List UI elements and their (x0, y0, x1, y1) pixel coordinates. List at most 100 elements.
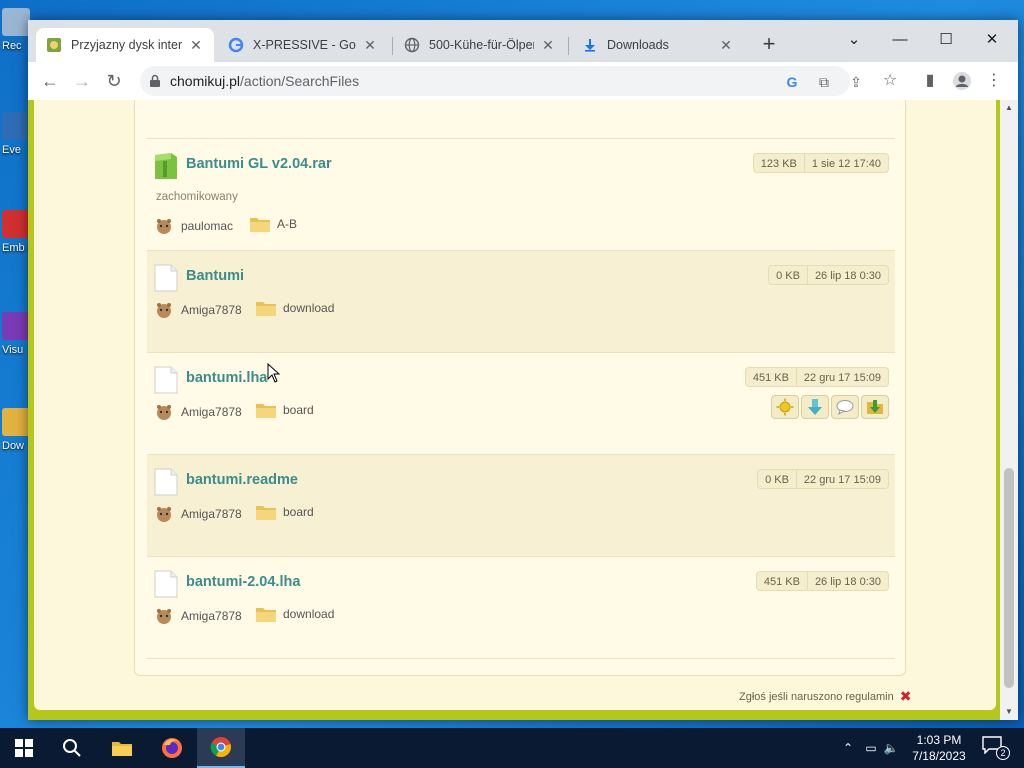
search-icon (63, 739, 81, 757)
back-button[interactable]: ← (36, 67, 64, 95)
globe-icon (404, 37, 420, 53)
file-date: 26 lip 18 0:30 (807, 265, 889, 285)
list-item: bantumi-2.04.lha 451 KB 26 lip 18 0:30 A… (147, 557, 895, 659)
file-name-link[interactable]: bantumi.readme (186, 472, 298, 488)
start-button[interactable] (0, 728, 48, 768)
folder-link[interactable]: board (255, 503, 314, 521)
tab-chomikuj[interactable]: Przyjazny dysk intern ✕ (36, 28, 214, 62)
system-tray: ⌃ ▭ 🔈 (840, 728, 900, 768)
minimize-button[interactable]: — (886, 26, 914, 54)
new-tab-button[interactable]: + (758, 33, 780, 56)
side-panel-icon[interactable]: ▮ (916, 67, 944, 95)
page-scrollbar[interactable]: ▲ ▼ (1000, 100, 1018, 720)
reload-button[interactable]: ↻ (100, 67, 128, 95)
folder-name: A-B (277, 217, 298, 231)
url-text: chomikuj.pl/action/SearchFiles (170, 73, 360, 89)
shortcut-icon (2, 210, 30, 238)
file-name-link[interactable]: bantumi-2.04.lha (186, 574, 300, 590)
bookmark-star-icon[interactable]: ☆ (876, 67, 904, 95)
owner-link[interactable]: Amiga7878 (155, 301, 242, 319)
taskbar-clock[interactable]: 1:03 PM 7/18/2023 (906, 732, 972, 764)
tab-downloads[interactable]: Downloads ✕ (572, 28, 744, 62)
file-size: 0 KB (768, 265, 808, 285)
close-tab-icon[interactable]: ✕ (718, 37, 734, 54)
tab-x-pressive[interactable]: X-PRESSIVE - Google ✕ (218, 28, 388, 62)
blank-file-icon (154, 264, 178, 292)
close-tab-icon[interactable]: ✕ (188, 37, 204, 54)
chevron-up-icon[interactable]: ⌃ (840, 741, 856, 755)
sun-icon[interactable] (771, 395, 799, 419)
network-icon[interactable]: ▭ (860, 741, 882, 755)
scroll-down-arrow-icon[interactable]: ▼ (1000, 704, 1018, 720)
folder-icon (250, 218, 270, 232)
tab-500-kuhe[interactable]: 500-Kühe-für-Ölper ✕ (394, 28, 566, 62)
red-x-icon: ✖ (899, 688, 912, 704)
menu-kebab-icon[interactable]: ⋮ (980, 67, 1008, 95)
report-abuse-link[interactable]: Zgłoś jeśli naruszono regulamin ✖ (739, 688, 911, 705)
desktop-icon-label: Rec (2, 40, 22, 52)
owner-link[interactable]: Amiga7878 (155, 403, 242, 421)
scroll-up-arrow-icon[interactable]: ▲ (1000, 100, 1018, 116)
file-name-link[interactable]: Bantumi GL v2.04.rar (186, 156, 332, 172)
folder-name: download (283, 301, 335, 315)
close-tab-icon[interactable]: ✕ (362, 37, 378, 54)
save-to-chomik-icon[interactable] (861, 395, 889, 419)
owner-link[interactable]: Amiga7878 (155, 607, 242, 625)
arrow-down-icon[interactable] (801, 395, 829, 419)
page-background: Bantumi GL v2.04.rar 123 KB 1 sie 12 17:… (34, 100, 996, 710)
taskbar-firefox[interactable] (148, 728, 196, 768)
folder-link[interactable]: A-B (249, 215, 297, 233)
file-name-link[interactable]: Bantumi (186, 268, 244, 284)
file-meta: 0 KB 22 gru 17 15:09 (757, 469, 889, 489)
tab-label: Przyjazny dysk intern (71, 38, 182, 52)
shortcut-icon (2, 312, 30, 340)
download-icon (582, 37, 598, 53)
close-window-button[interactable]: ✕ (978, 26, 1006, 54)
tab-strip: Przyjazny dysk intern ✕ X-PRESSIVE - Goo… (28, 20, 1018, 62)
translate-icon[interactable]: ⧉ (814, 72, 834, 92)
chrome-icon (210, 737, 231, 758)
file-name-link[interactable]: bantumi.lha (186, 370, 267, 386)
taskbar-search-button[interactable] (48, 728, 96, 768)
scrollbar-thumb[interactable] (1004, 468, 1014, 688)
volume-muted-icon[interactable]: 🔈 (882, 741, 900, 755)
report-label: Zgłoś jeśli naruszono regulamin (739, 690, 894, 703)
folder-link[interactable]: download (255, 299, 334, 317)
desktop-icon-label: Eve (2, 144, 21, 156)
folder-name: board (283, 505, 314, 519)
folder-link[interactable]: download (255, 605, 334, 623)
forward-button[interactable]: → (68, 67, 96, 95)
share-icon[interactable]: ⇪ (846, 72, 866, 92)
profile-avatar[interactable] (948, 67, 976, 95)
clock-time: 1:03 PM (916, 733, 962, 747)
hamster-avatar-icon (157, 405, 171, 420)
folder-icon (256, 506, 276, 520)
close-tab-icon[interactable]: ✕ (540, 37, 556, 54)
notification-center-button[interactable]: 2 (982, 736, 1010, 760)
page-viewport: Bantumi GL v2.04.rar 123 KB 1 sie 12 17:… (28, 100, 1000, 720)
blank-file-icon (154, 570, 178, 598)
folder-link[interactable]: board (255, 401, 314, 419)
taskbar-file-explorer[interactable] (98, 728, 146, 768)
list-item: Bantumi 0 KB 26 lip 18 0:30 Amiga7878 do… (147, 251, 895, 353)
file-meta: 0 KB 26 lip 18 0:30 (768, 265, 889, 285)
owner-link[interactable]: paulomac (155, 217, 233, 235)
file-date: 22 gru 17 15:09 (796, 367, 889, 387)
file-date: 26 lip 18 0:30 (807, 571, 889, 591)
list-item: bantumi.lha 451 KB 22 gru 17 15:09 Amiga… (147, 353, 895, 455)
blank-file-icon (154, 366, 178, 394)
owner-name: paulomac (181, 219, 234, 233)
address-bar[interactable]: chomikuj.pl/action/SearchFiles G ⧉ ⇪ (140, 66, 862, 96)
owner-link[interactable]: Amiga7878 (155, 505, 242, 523)
file-note: zachomikowany (156, 191, 238, 203)
file-actions (771, 395, 889, 419)
taskbar-chrome[interactable] (197, 728, 245, 768)
hamster-avatar-icon (157, 303, 171, 318)
speech-bubble-icon[interactable] (831, 395, 859, 419)
tab-search-chevron-icon[interactable]: ⌄ (840, 26, 868, 54)
maximize-button[interactable]: ☐ (932, 26, 960, 54)
desktop-icon-label: Visu (2, 344, 24, 356)
tab-label: Downloads (607, 38, 669, 52)
file-date: 1 sie 12 17:40 (804, 153, 889, 173)
google-lens-icon[interactable]: G (782, 72, 802, 92)
